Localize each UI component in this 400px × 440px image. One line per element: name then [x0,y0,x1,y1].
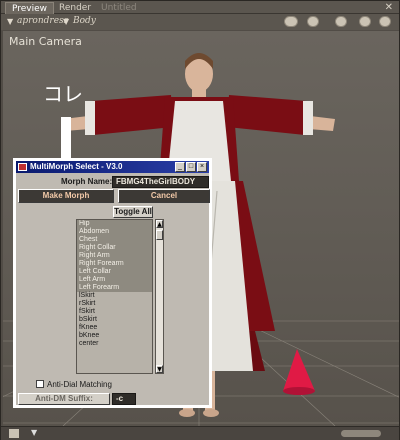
maximize-button[interactable]: □ [186,162,196,172]
document-tab-bar: Preview Render Untitled ✕ [1,1,399,14]
tab-render[interactable]: Render [53,2,97,14]
part-menu-arrow-icon[interactable]: ▼ [63,17,69,26]
list-item[interactable]: fSkirt [77,308,152,316]
list-item[interactable]: Abdomen [77,228,152,236]
options-icon[interactable] [379,16,391,27]
list-item[interactable]: Hip [77,220,152,228]
figure-menu-arrow-icon[interactable]: ▼ [7,17,13,26]
light-icon[interactable] [307,16,319,27]
cancel-button[interactable]: Cancel [118,189,210,203]
minimize-button[interactable]: _ [175,162,185,172]
toggle-all-button[interactable]: Toggle All [113,206,153,218]
dialog-title: MultiMorph Select - V3.0 [30,162,123,171]
anti-dial-checkbox[interactable] [36,380,44,388]
render-style-icon[interactable] [284,16,298,27]
handwritten-annotation: コレ [43,82,83,106]
camera-icon[interactable] [335,16,347,27]
list-item[interactable]: bSkirt [77,316,152,324]
poser-app-window: Preview Render Untitled ✕ ▼ aprondress ▼… [0,0,400,440]
scroll-up-icon[interactable]: ▲ [156,220,163,228]
list-item[interactable]: Right Arm [77,252,152,260]
list-item[interactable]: Left Forearm [77,284,152,292]
anti-dial-label: Anti-Dial Matching [47,380,112,389]
cone-prop [283,349,315,395]
body-part-selector[interactable]: Body [73,16,96,26]
zoom-icon[interactable] [359,16,371,27]
list-item[interactable]: Left Collar [77,268,152,276]
scroll-down-icon[interactable]: ▼ [156,365,163,373]
list-item[interactable]: Chest [77,236,152,244]
dialog-close-button[interactable]: × [197,162,207,172]
tab-preview[interactable]: Preview [5,2,55,14]
list-item[interactable]: Right Collar [77,244,152,252]
tab-untitled[interactable]: Untitled [95,2,143,14]
close-icon[interactable]: ✕ [385,2,393,13]
list-item[interactable]: Left Arm [77,276,152,284]
list-scrollbar[interactable]: ▲ ▼ [155,219,164,374]
body-part-list[interactable]: Hip Abdomen Chest Right Collar Right Arm Righ… [76,219,153,374]
app-icon [18,163,27,171]
list-item[interactable]: bKnee [77,332,152,340]
make-morph-button[interactable]: Make Morph [18,189,114,203]
playback-controls[interactable] [341,430,381,437]
figure-selector[interactable]: aprondress [17,16,68,26]
figure-toolbar: ▼ aprondress ▼ Body [1,14,399,30]
anti-dm-suffix-field[interactable]: -c [112,393,136,405]
list-item[interactable]: center [77,340,152,348]
list-item[interactable]: Right Forearm [77,260,152,268]
morph-name-label: Morph Name: [61,177,113,186]
panel-toggle-icon[interactable] [9,429,19,438]
multimorph-select-dialog: MultiMorph Select - V3.0 _ □ × Morph Nam… [13,158,212,408]
morph-name-field[interactable]: FBMG4TheGirlBODY [112,176,209,188]
bottom-menu-arrow-icon[interactable]: ▼ [31,428,37,437]
scroll-thumb[interactable] [156,230,163,240]
list-item[interactable]: rSkirt [77,300,152,308]
list-item[interactable]: fKnee [77,324,152,332]
dialog-title-bar[interactable]: MultiMorph Select - V3.0 _ □ × [16,161,209,173]
anti-dm-suffix-button[interactable]: Anti-DM Suffix: [18,393,110,405]
list-item[interactable]: lSkirt [77,292,152,300]
bottom-bar: ▼ [1,426,399,440]
